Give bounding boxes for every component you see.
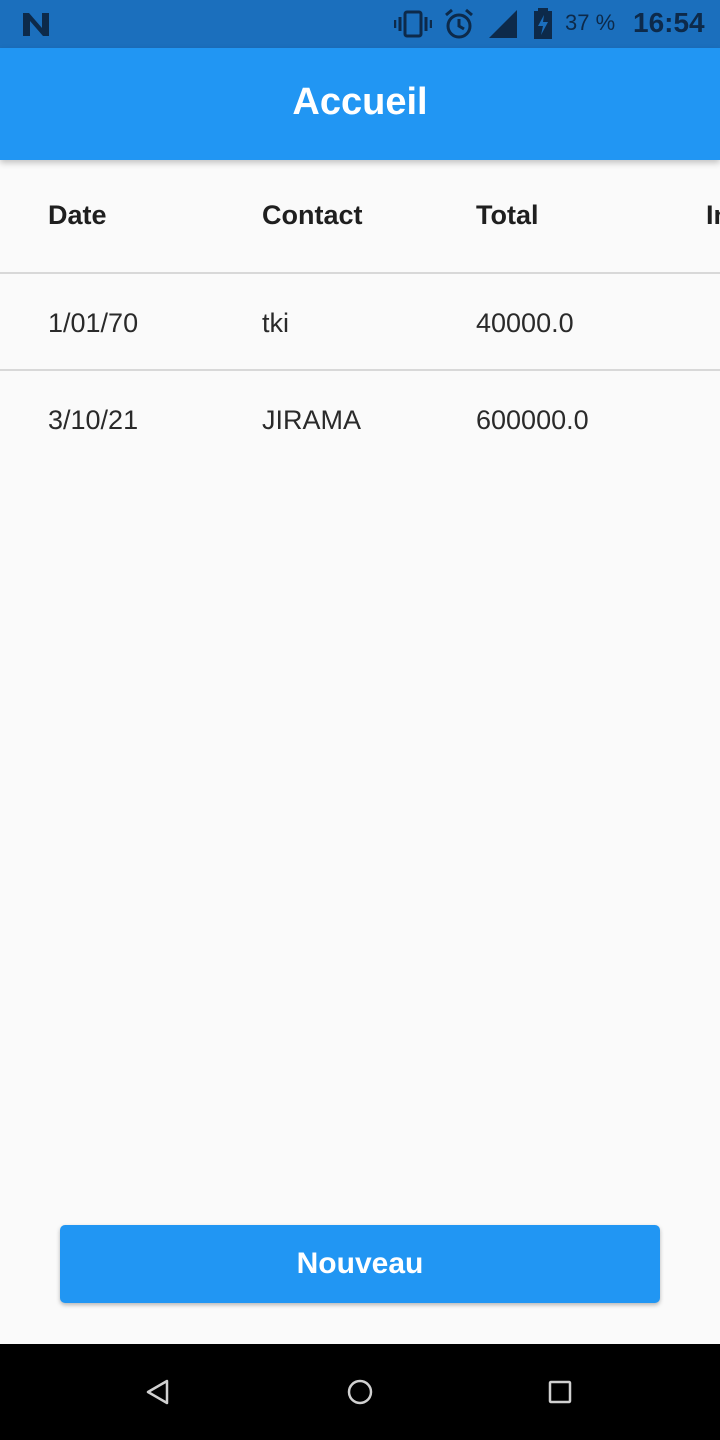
vibrate-icon: [394, 10, 432, 38]
battery-charging-icon: [534, 8, 552, 39]
column-header-contact[interactable]: Contact: [262, 200, 363, 231]
recents-icon[interactable]: [540, 1372, 580, 1412]
page-title: Accueil: [292, 81, 428, 123]
row-total: 600000.0: [476, 405, 589, 435]
battery-percentage: 37 %: [565, 10, 616, 35]
row-total: 40000.0: [476, 308, 574, 338]
status-clock: 16:54: [633, 7, 705, 38]
column-header-total[interactable]: Total: [476, 200, 539, 231]
row-contact: JIRAMA: [262, 405, 362, 435]
table-row[interactable]: 1/01/70 tki 40000.0: [0, 274, 720, 371]
row-date: 3/10/21: [48, 405, 139, 435]
alarm-icon: [445, 8, 473, 39]
signal-icon: [489, 10, 517, 38]
back-icon[interactable]: [138, 1372, 178, 1412]
column-header-partial[interactable]: In: [706, 200, 720, 231]
home-icon[interactable]: [340, 1372, 380, 1412]
invoice-table: Date Contact Total In 1/01/70 tki 40000.…: [0, 160, 720, 466]
status-bar: 37 % 16:54: [0, 0, 720, 48]
table-row[interactable]: 3/10/21 JIRAMA 600000.0: [0, 371, 720, 466]
screen: 37 % 16:54 Accueil Date Contact Total In…: [0, 0, 720, 1440]
column-header-date[interactable]: Date: [48, 200, 107, 231]
new-button[interactable]: Nouveau: [60, 1225, 660, 1303]
navigation-bar: [0, 1344, 720, 1440]
table-header-row: Date Contact Total In: [0, 160, 720, 274]
notification-n-icon: [23, 13, 49, 36]
app-bar: Accueil: [0, 48, 720, 160]
row-contact: tki: [262, 308, 289, 338]
row-date: 1/01/70: [48, 308, 139, 338]
